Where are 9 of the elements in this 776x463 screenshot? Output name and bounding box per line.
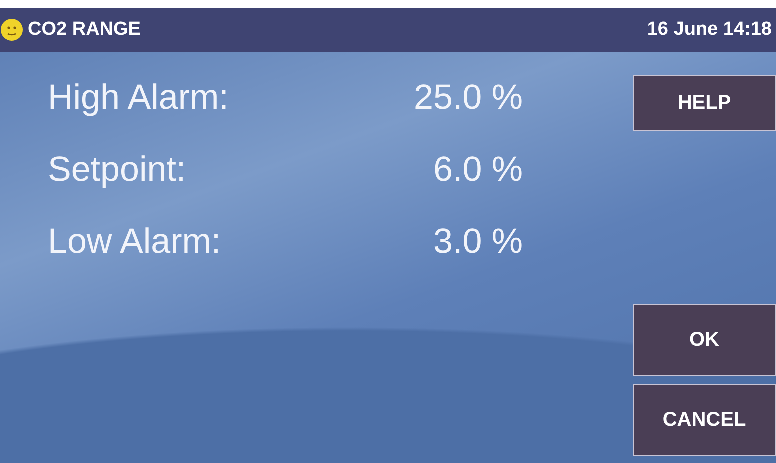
smiley-icon bbox=[0, 18, 24, 42]
help-button[interactable]: HELP bbox=[633, 75, 776, 131]
setting-label: Low Alarm: bbox=[48, 220, 222, 263]
date-time: 16 June 14:18 bbox=[647, 18, 772, 42]
setting-label: Setpoint: bbox=[48, 148, 188, 191]
setting-label: High Alarm: bbox=[48, 76, 230, 119]
screen-title: CO2 RANGE bbox=[28, 18, 141, 42]
ok-button[interactable]: OK bbox=[633, 304, 776, 376]
cancel-button[interactable]: CANCEL bbox=[633, 384, 776, 456]
